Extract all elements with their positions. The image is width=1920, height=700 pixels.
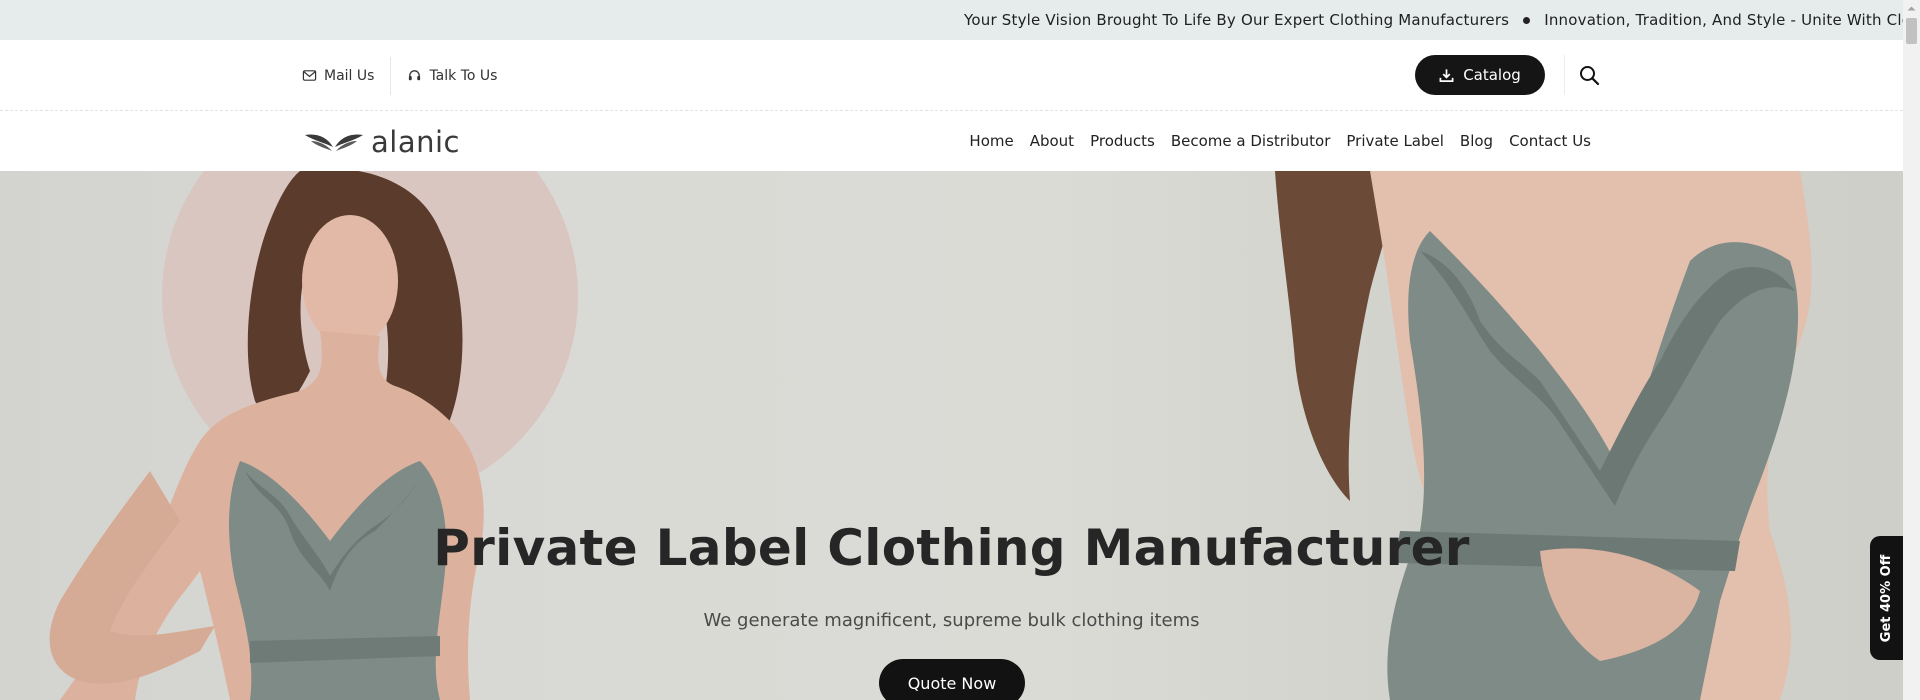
ticker-track: Your Style Vision Brought To Life By Our… <box>964 0 1903 40</box>
primary-nav: Home About Products Become a Distributor… <box>953 111 1591 171</box>
catalog-label: Catalog <box>1463 66 1521 84</box>
ticker-separator-dot <box>1523 16 1531 24</box>
download-icon <box>1439 68 1454 82</box>
mail-icon <box>302 70 317 81</box>
discount-label: Get 40% Off <box>1879 554 1895 642</box>
scroll-up-arrow-icon[interactable] <box>1903 0 1920 17</box>
utility-bar: Mail Us Talk To Us Catalog <box>0 40 1903 111</box>
ticker-item: Innovation, Tradition, And Style - Unite… <box>1544 11 1903 29</box>
nav-item-contact-us[interactable]: Contact Us <box>1509 132 1591 150</box>
brand-name: alanic <box>371 125 460 159</box>
main-navbar: alanic Home About Products Become a Dist… <box>0 111 1903 171</box>
ticker-item: Your Style Vision Brought To Life By Our… <box>964 11 1510 29</box>
quote-now-label: Quote Now <box>907 673 997 693</box>
nav-item-about[interactable]: About <box>1030 132 1074 150</box>
hero-banner: Private Label Clothing Manufacturer We g… <box>0 171 1903 700</box>
nav-item-become-distributor[interactable]: Become a Distributor <box>1171 132 1331 150</box>
nav-item-private-label[interactable]: Private Label <box>1346 132 1444 150</box>
nav-item-products[interactable]: Products <box>1090 132 1155 150</box>
hero-subtitle: We generate magnificent, supreme bulk cl… <box>703 610 1200 631</box>
headset-icon <box>409 70 421 81</box>
mail-us-link[interactable]: Mail Us <box>302 68 374 84</box>
scroll-thumb[interactable] <box>1906 18 1917 44</box>
hero-title: Private Label Clothing Manufacturer <box>433 519 1470 577</box>
discount-side-tab[interactable]: Get 40% Off <box>1870 536 1903 660</box>
left-model-face <box>302 215 398 347</box>
catalog-button[interactable]: Catalog <box>1415 55 1545 95</box>
talk-to-us-link[interactable]: Talk To Us <box>407 68 497 84</box>
contact-links: Mail Us Talk To Us <box>302 40 497 111</box>
divider <box>390 56 392 95</box>
page-scrollbar[interactable] <box>1903 0 1920 700</box>
divider <box>1564 55 1565 95</box>
logo-wings-icon <box>305 134 363 151</box>
announcement-ticker: Your Style Vision Brought To Life By Our… <box>0 0 1903 40</box>
nav-item-blog[interactable]: Blog <box>1460 132 1493 150</box>
search-icon[interactable] <box>1578 64 1600 86</box>
nav-item-home[interactable]: Home <box>969 132 1013 150</box>
quote-now-button[interactable]: Quote Now <box>879 659 1025 700</box>
brand-logo[interactable]: alanic <box>303 124 460 160</box>
mail-us-label: Mail Us <box>324 67 375 84</box>
talk-to-us-label: Talk To Us <box>429 67 498 84</box>
